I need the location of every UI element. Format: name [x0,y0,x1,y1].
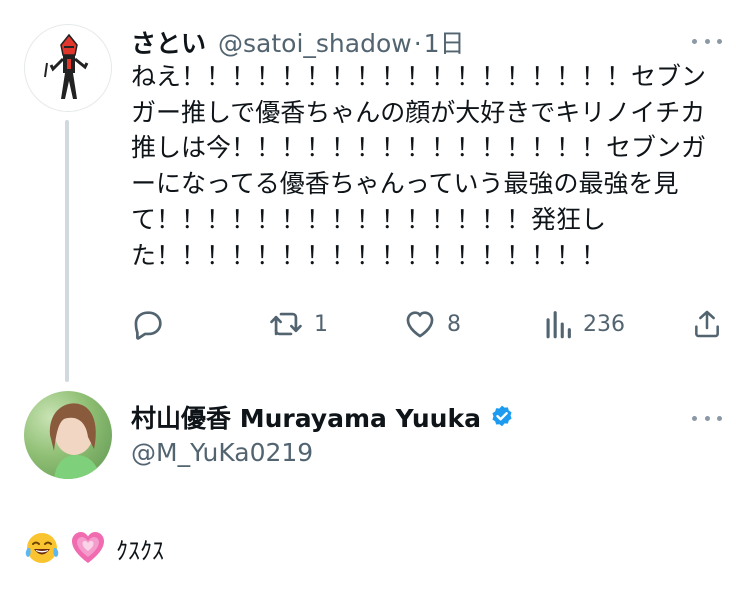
reply-button[interactable] [131,306,165,342]
retweet-icon [270,312,302,336]
views-button[interactable]: 236 [543,306,625,342]
thread-line [65,120,69,382]
reply-message: ｸｽｸｽ [116,536,164,565]
like-button[interactable]: 8 [403,306,461,342]
retweet-count: 1 [314,311,328,337]
tears-of-joy-emoji [25,533,59,563]
growing-heart-emoji [72,532,104,563]
more-options-icon[interactable] [692,31,722,51]
separator-dot: · [413,29,422,58]
reply-text: ｸｽｸｽ [24,530,164,566]
display-name[interactable]: さとい [131,24,206,60]
avatar[interactable] [24,24,112,112]
avatar[interactable] [24,391,112,479]
display-name[interactable]: 村山優香 Murayama Yuuka [131,399,481,435]
heart-icon [406,311,434,338]
share-icon [695,310,719,338]
tweet-header: さとい @satoi_shadow · 1日 [131,24,465,60]
like-count: 8 [447,311,461,337]
user-handle[interactable]: @M_YuKa0219 [131,438,313,467]
views-icon [546,311,571,339]
more-options-icon[interactable] [692,408,722,428]
timestamp[interactable]: 1日 [424,24,465,60]
verified-badge-icon[interactable] [489,404,515,430]
profile-photo [49,403,100,479]
masked-hero-avatar-icon [44,33,89,99]
share-button[interactable] [691,306,723,342]
retweet-button[interactable]: 1 [268,306,328,342]
tweet-text: ねえ！！！！！！！！！！！！！！！！！！セブンガー推しで優香ちゃんの顔が大好きで… [131,62,707,270]
reply-header: 村山優香 Murayama Yuuka [131,399,515,435]
user-handle[interactable]: @satoi_shadow [218,29,412,58]
views-count: 236 [583,311,625,337]
reply-icon [134,311,162,340]
tweet-actions: 1 8 236 [131,306,726,342]
